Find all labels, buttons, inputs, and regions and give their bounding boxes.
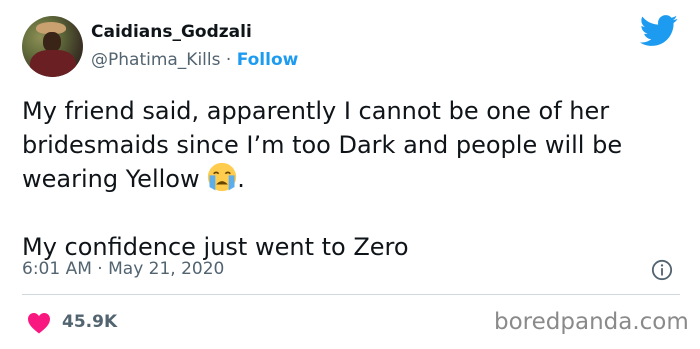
info-icon[interactable] <box>651 259 673 281</box>
tweet-line-1: My friend said, apparently I cannot be o… <box>22 97 623 193</box>
avatar[interactable] <box>22 16 83 77</box>
twitter-bird-icon[interactable] <box>639 15 679 47</box>
divider <box>22 294 680 295</box>
handle-separator: · <box>225 50 232 70</box>
like-count: 45.9K <box>62 312 118 332</box>
tweet-line-1-end: . <box>237 165 245 193</box>
author-handle[interactable]: @Phatima_Kills <box>91 50 220 70</box>
tweet-text: My friend said, apparently I cannot be o… <box>22 94 682 264</box>
meta-separator: · <box>97 259 103 279</box>
tweet-time: 6:01 AM <box>22 259 92 279</box>
tweet-paragraph-1: My friend said, apparently I cannot be o… <box>22 94 682 196</box>
follow-button[interactable]: Follow <box>237 50 299 70</box>
tweet-date: May 21, 2020 <box>108 259 225 279</box>
avatar-face <box>43 32 61 52</box>
avatar-body <box>30 50 76 77</box>
loudly-crying-face-icon <box>208 162 237 192</box>
watermark: boredpanda.com <box>494 309 689 335</box>
author-display-name[interactable]: Caidians_Godzali <box>91 22 252 42</box>
heart-icon[interactable] <box>27 312 51 334</box>
author-handle-line: @Phatima_Kills · Follow <box>91 50 298 70</box>
tweet-timestamp[interactable]: 6:01 AM · May 21, 2020 <box>22 259 224 279</box>
